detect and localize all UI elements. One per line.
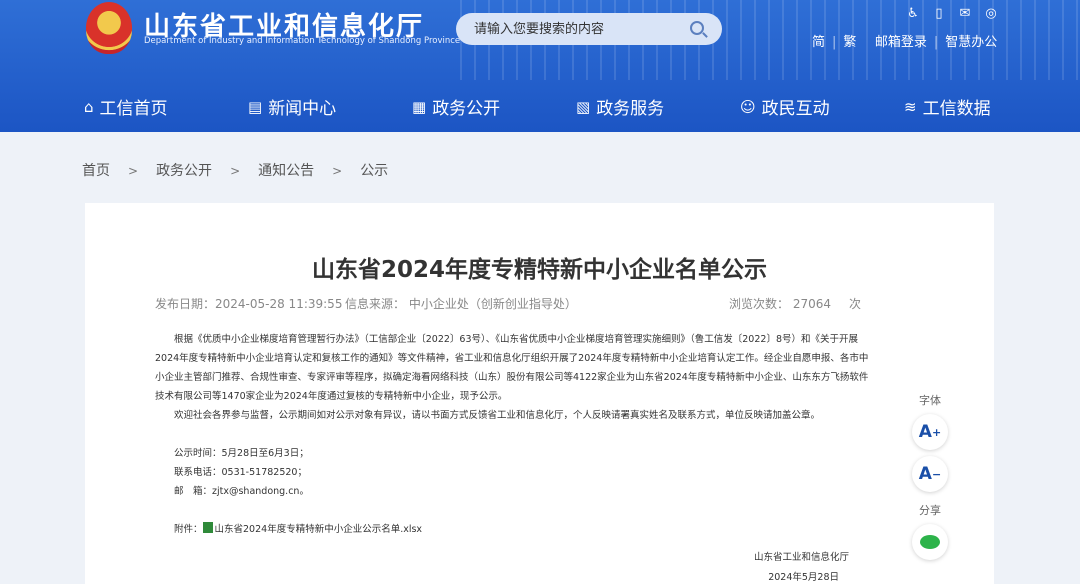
view-count: 浏览次数： 27064 次 [729,295,861,312]
search-icon[interactable] [690,21,704,35]
attachment-link[interactable]: 山东省2024年度专精特新中小企业公示名单.xlsx [215,524,423,535]
nav-item-gov-affairs[interactable]: ▦ 政务公开 [412,94,501,120]
article-paragraph: 欢迎社会各界参与监督，公示期间如对公示对象有异议，请以书面方式反馈省工业和信息化… [174,410,821,421]
view-count-label: 浏览次数： [729,297,790,311]
nav-label: 工信首页 [99,99,168,119]
side-toolbar: 字体 A + A − 分享 [908,392,952,566]
signature-org: 山东省工业和信息化厅 [753,552,849,563]
national-emblem-logo[interactable] [86,2,132,54]
plus-icon: + [931,425,942,439]
accessibility-tools: ♿ ▯ ✉ ◎ [904,6,1000,21]
search-box [456,13,722,45]
traditional-link[interactable]: 繁 [843,31,856,50]
breadcrumb: 首页 > 政务公开 > 通知公告 > 公示 [82,160,388,180]
contact-phone: 联系电话：0531-51782520； [174,467,307,478]
publicity-period: 公示时间：5月28日至6月3日； [174,448,309,459]
database-icon: ≋ [904,97,917,116]
nav-item-home[interactable]: ⌂ 工信首页 [84,94,168,120]
minus-icon: − [931,467,942,481]
nav-item-data[interactable]: ≋ 工信数据 [904,94,991,120]
service-icon: ▧ [576,97,591,116]
wechat-icon [920,535,940,549]
article-body: 根据《优质中小企业梯度培育管理暂行办法》（工信部企业〔2022〕63号）、《山东… [155,330,875,539]
font-decrease-icon: A [918,464,932,484]
publish-date: 发布日期：2024-05-28 11:39:55 [155,297,343,311]
breadcrumb-publicity[interactable]: 公示 [360,160,388,180]
monitor-icon: ▦ [412,97,427,116]
font-increase-button[interactable]: A + [912,414,948,450]
nav-label: 政务公开 [432,99,501,119]
breadcrumb-home[interactable]: 首页 [82,160,110,180]
divider: | [832,35,837,50]
chevron-right-icon: > [128,164,139,178]
font-increase-icon: A [918,422,932,442]
site-subtitle: Department of Industry and Information T… [144,36,461,46]
article-paragraph: 根据《优质中小企业梯度培育管理暂行办法》（工信部企业〔2022〕63号）、《山东… [155,334,869,402]
news-icon: ▤ [248,97,263,116]
mail-login-link[interactable]: 邮箱登录 [875,31,927,50]
contact-email: 邮 箱：zjtx@shandong.cn。 [174,486,309,497]
chevron-right-icon: > [230,164,241,178]
nav-label: 政务服务 [596,99,665,119]
chat-icon: ☺ [740,97,756,116]
share-label: 分享 [919,504,941,517]
wechat-icon[interactable]: ✉ [956,6,974,21]
article-title: 山东省2024年度专精特新中小企业名单公示 [311,257,767,283]
top-links: 简|繁|邮箱登录|智慧办公 [812,31,997,50]
excel-file-icon [202,522,213,533]
accessibility-icon[interactable]: ♿ [904,6,922,21]
smart-office-link[interactable]: 智慧办公 [945,31,997,50]
wechat-share-button[interactable] [912,524,948,560]
nav-item-gov-service[interactable]: ▧ 政务服务 [576,94,665,120]
view-count-unit: 次 [849,297,862,311]
mobile-icon[interactable]: ▯ [930,6,948,21]
chevron-right-icon: > [332,164,343,178]
simplified-link[interactable]: 简 [812,31,825,50]
nav-label: 政民互动 [761,99,830,119]
signature-date: 2024年5月28日 [768,572,839,583]
site-header: 山东省工业和信息化厅 Department of Industry and In… [0,0,1080,132]
font-decrease-button[interactable]: A − [912,456,948,492]
font-size-label: 字体 [919,394,941,407]
nav-item-news[interactable]: ▤ 新闻中心 [248,94,337,120]
attachment-row: 附件： 山东省2024年度专精特新中小企业公示名单.xlsx [155,520,875,539]
home-icon: ⌂ [84,97,94,116]
nav-label: 工信数据 [922,99,991,119]
divider: | [933,35,939,50]
weibo-icon[interactable]: ◎ [982,6,1000,21]
nav-item-interaction[interactable]: ☺ 政民互动 [740,94,830,120]
info-source: 信息来源： 中小企业处（创新创业指导处） [345,297,577,311]
view-count-value: 27064 [792,297,832,311]
attachment-label: 附件： [174,524,203,535]
nav-label: 新闻中心 [268,99,337,119]
main-nav: ⌂ 工信首页 ▤ 新闻中心 ▦ 政务公开 ▧ 政务服务 ☺ 政民互动 ≋ 工信数据 [0,88,1080,124]
article-panel: 山东省2024年度专精特新中小企业名单公示 发布日期：2024-05-28 11… [85,203,994,584]
breadcrumb-gov-affairs[interactable]: 政务公开 [156,160,212,180]
breadcrumb-notice[interactable]: 通知公告 [258,160,314,180]
search-input[interactable] [474,19,674,39]
